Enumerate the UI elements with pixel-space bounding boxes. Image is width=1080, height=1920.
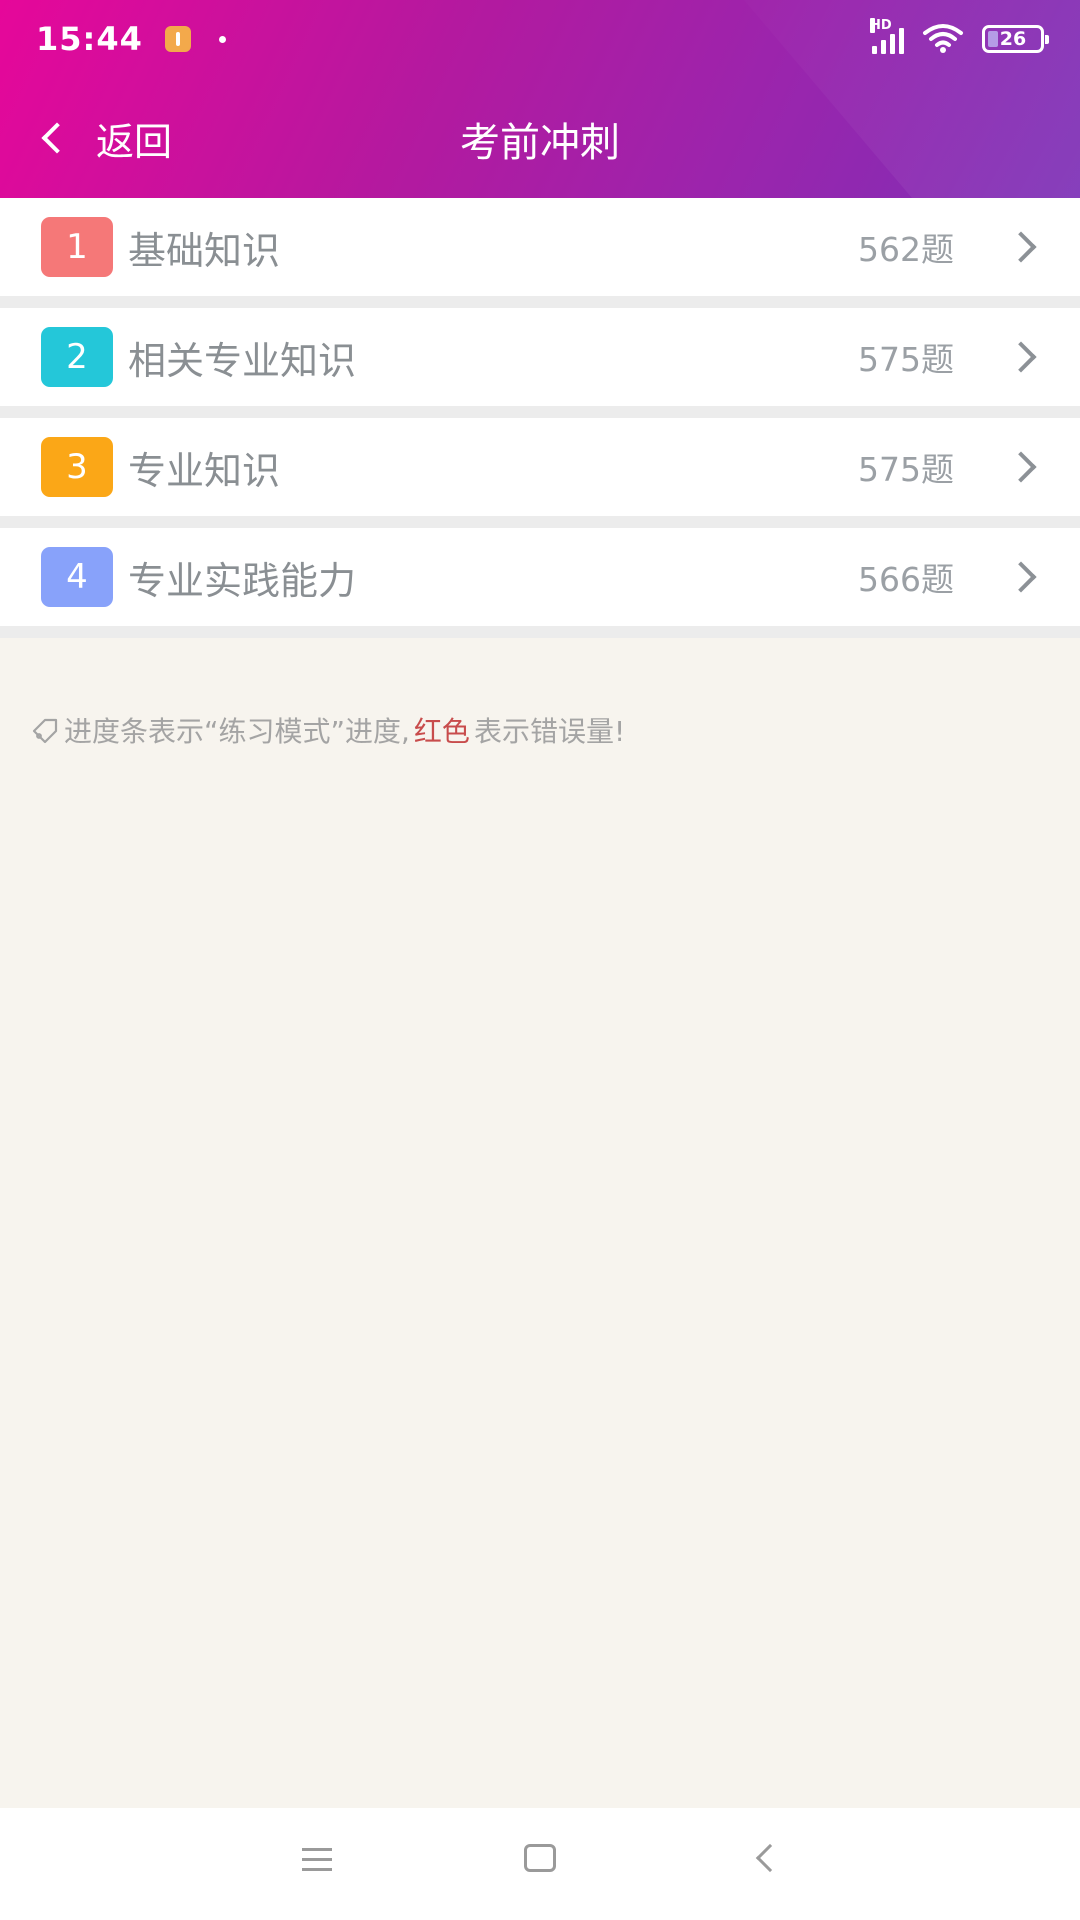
status-time: 15:44 <box>36 20 143 58</box>
hint-text-part1: 进度条表示“练习模式”进度, <box>64 715 410 748</box>
list-item[interactable]: 4 专业实践能力 566题 <box>0 528 1080 638</box>
list-item[interactable]: 3 专业知识 575题 <box>0 418 1080 528</box>
list-item[interactable]: 2 相关专业知识 575题 <box>0 308 1080 418</box>
chevron-right-icon <box>1005 451 1037 483</box>
network-type-label: HD <box>870 18 892 33</box>
number-badge: 3 <box>41 437 113 497</box>
hint-text-red: 红色 <box>413 715 470 748</box>
status-bar: 15:44 HD 26 <box>0 0 1080 78</box>
item-count: 566题 <box>858 560 954 599</box>
number-badge: 2 <box>41 327 113 387</box>
list-item[interactable]: 1 基础知识 562题 <box>0 198 1080 308</box>
item-label: 专业实践能力 <box>128 558 357 603</box>
page-title: 考前冲刺 <box>460 120 620 166</box>
notification-dot-icon <box>218 35 226 43</box>
signal-icon: HD <box>870 18 904 54</box>
number-badge: 4 <box>41 547 113 607</box>
app-header: 15:44 HD 26 返回 考前冲刺 <box>0 0 1080 198</box>
progress-hint: 进度条表示“练习模式”进度, 红色 表示错误量! <box>30 710 625 750</box>
battery-level: 26 <box>999 28 1027 50</box>
number-badge: 1 <box>41 217 113 277</box>
wifi-icon <box>923 24 963 53</box>
chevron-right-icon <box>1005 341 1037 373</box>
notification-app-icon <box>164 26 191 52</box>
item-label: 相关专业知识 <box>128 338 357 383</box>
item-label: 专业知识 <box>128 448 281 493</box>
status-indicators: HD 26 <box>870 18 1049 55</box>
item-count: 575题 <box>858 340 954 379</box>
item-count: 575题 <box>858 450 954 489</box>
chevron-right-icon <box>1005 231 1037 263</box>
subject-list: 1 基础知识 562题 2 相关专业知识 575题 3 专业知识 575题 4 … <box>0 198 1080 638</box>
battery-icon: 26 <box>982 25 1049 53</box>
system-nav-bar <box>0 1808 1080 1920</box>
recent-apps-button[interactable] <box>302 1848 332 1872</box>
item-count: 562题 <box>858 230 954 269</box>
hint-text-part2: 表示错误量! <box>473 715 626 748</box>
chevron-right-icon <box>1005 561 1037 593</box>
item-label: 基础知识 <box>128 228 281 273</box>
tag-icon <box>32 718 58 744</box>
nav-bar: 返回 考前冲刺 <box>0 96 1080 180</box>
system-back-button[interactable] <box>755 1843 785 1873</box>
home-button[interactable] <box>524 1844 556 1872</box>
